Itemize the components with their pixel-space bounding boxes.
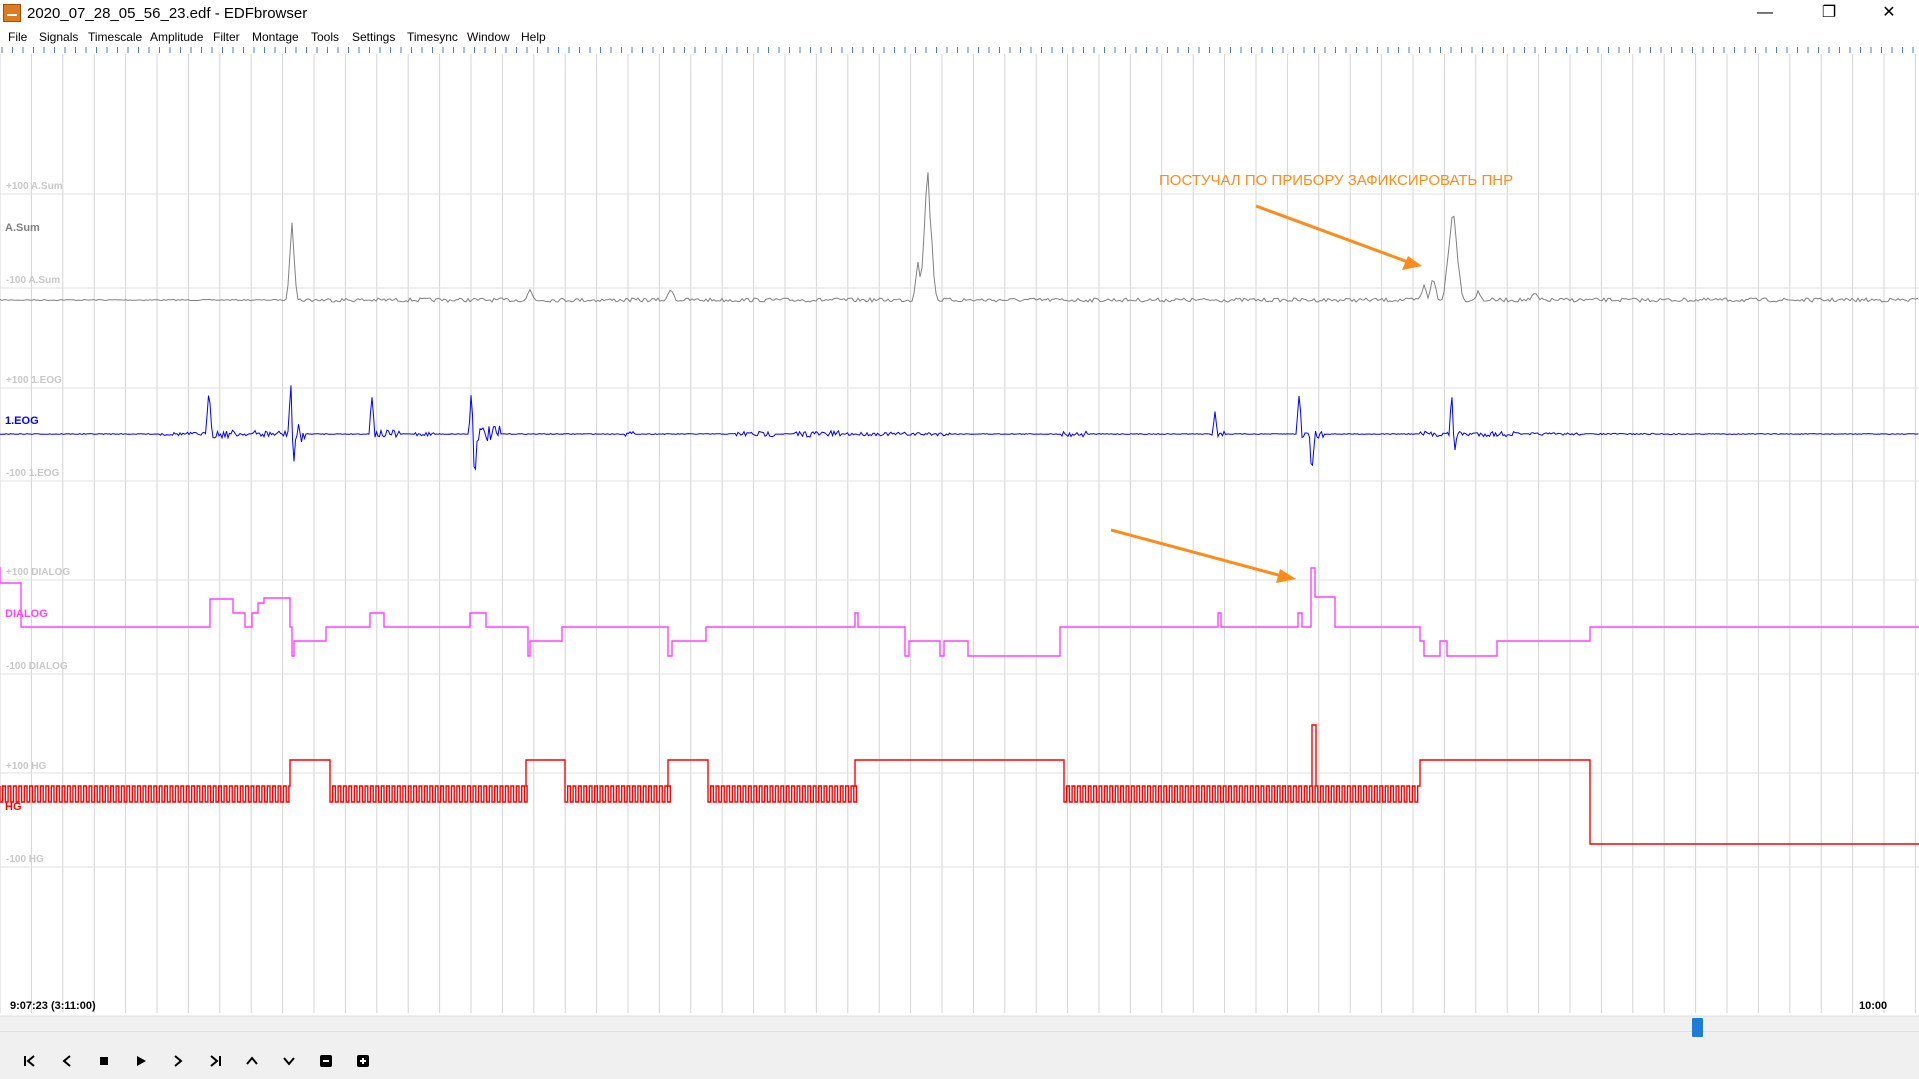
hg-lower-scale: -100 HG [6, 854, 44, 865]
stop-button[interactable] [91, 1048, 117, 1074]
hg-label[interactable]: HG [5, 801, 22, 813]
zoom-out-button[interactable] [313, 1048, 339, 1074]
skip-end-icon [210, 1055, 221, 1067]
plus-box-icon [357, 1055, 369, 1067]
step-forward-button[interactable] [165, 1048, 191, 1074]
play-button[interactable] [128, 1048, 154, 1074]
asum-trace [0, 172, 1919, 304]
skip-start-icon [24, 1055, 35, 1067]
scrollbar-thumb[interactable] [1692, 1018, 1703, 1037]
dialog-upper-scale: +100 DIALOG [6, 567, 70, 578]
start-time-label: 9:07:23 (3:11:00) [10, 1000, 96, 1012]
eog-lower-scale: -100 1.EOG [6, 468, 60, 479]
horizontal-scrollbar[interactable] [0, 1016, 1919, 1037]
annotation-text: ПОСТУЧАЛ ПО ПРИБОРУ ЗАФИКСИРОВАТЬ ПНР [1159, 172, 1513, 189]
dialog-label[interactable]: DIALOG [5, 608, 48, 620]
play-icon [137, 1056, 146, 1066]
asum-upper-scale: +100 A.Sum [6, 181, 63, 192]
skip-to-start-button[interactable] [17, 1048, 43, 1074]
eog-upper-scale: +100 1.EOG [6, 375, 62, 386]
asum-lower-scale: -100 A.Sum [6, 275, 60, 286]
skip-to-end-button[interactable] [202, 1048, 228, 1074]
hg-trace [0, 724, 1919, 845]
hg-upper-scale: +100 HG [6, 761, 47, 772]
time-grid [0, 54, 1919, 1013]
zoom-in-button[interactable] [350, 1048, 376, 1074]
stop-icon [100, 1057, 108, 1065]
annotation-arrow-2 [1110, 528, 1296, 583]
amplitude-up-button[interactable] [239, 1048, 265, 1074]
asum-label[interactable]: A.Sum [5, 222, 40, 234]
chevron-left-icon [62, 1055, 71, 1067]
step-back-button[interactable] [54, 1048, 80, 1074]
end-time-label: 10:00 [1859, 1000, 1887, 1012]
amplitude-down-button[interactable] [276, 1048, 302, 1074]
chevron-down-icon [283, 1057, 295, 1066]
chevron-up-icon [246, 1056, 258, 1065]
signal-viewer[interactable]: +100 A.Sum A.Sum -100 A.Sum +100 1.EOG 1… [0, 0, 1919, 1015]
eog-label[interactable]: 1.EOG [5, 415, 39, 427]
chevron-right-icon [174, 1055, 183, 1067]
annotation-arrow-1 [1255, 204, 1422, 270]
eog-trace [0, 385, 1919, 471]
minus-box-icon [320, 1055, 332, 1067]
dialog-lower-scale: -100 DIALOG [6, 661, 68, 672]
ruler-ticks [1, 47, 1914, 53]
